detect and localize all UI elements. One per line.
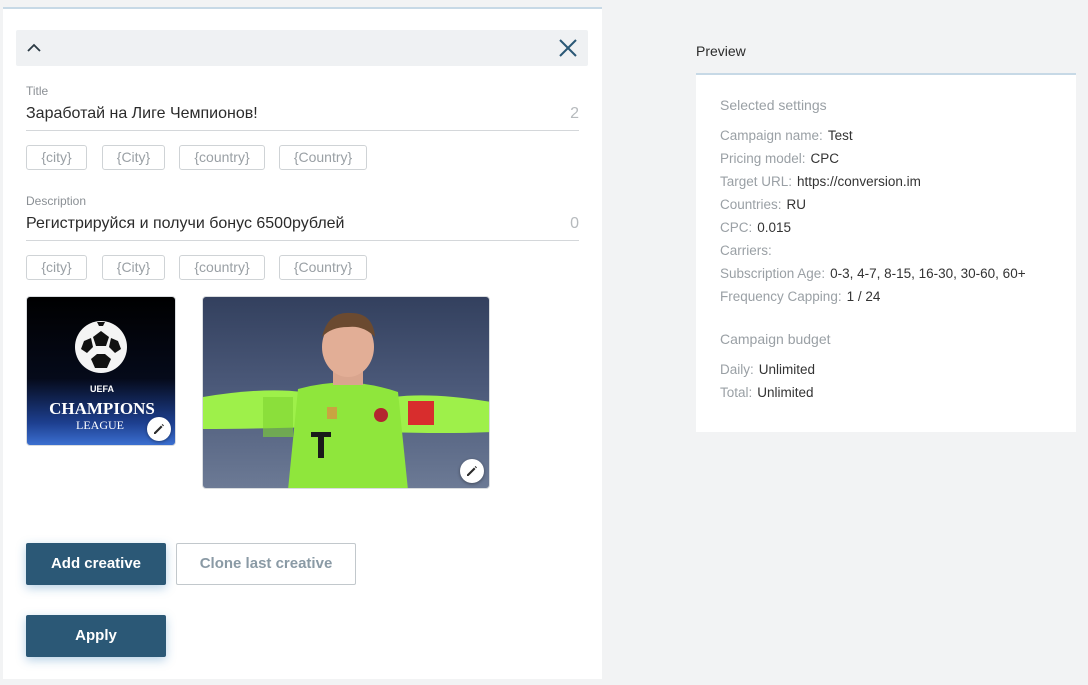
title-chip-country-upper[interactable]: {Country} [279,145,367,170]
title-char-count: 2 [570,105,579,122]
logo-league-text: LEAGUE [76,418,124,432]
campaign-budget-heading: Campaign budget [720,331,831,347]
title-chip-country-lower[interactable]: {country} [179,145,265,170]
title-chip-city-upper[interactable]: {City} [102,145,165,170]
goalkeeper-photo [203,312,489,488]
chevron-up-icon[interactable] [26,40,42,56]
apply-button[interactable]: Apply [26,615,166,657]
setting-row: Target URL: https://conversion.im [720,174,921,189]
description-chip-city-upper[interactable]: {City} [102,255,165,280]
description-label: Description [26,194,87,208]
setting-row: Campaign name: Test [720,128,853,143]
description-char-count: 0 [570,215,579,232]
creative-header [16,30,588,66]
pencil-icon [154,424,164,434]
description-input-value: Регистрируйся и получи бонус 6500рублей [26,215,345,232]
preview-title: Preview [696,43,746,59]
description-input[interactable]: Регистрируйся и получи бонус 6500рублей … [26,215,579,241]
close-icon[interactable] [558,38,578,58]
setting-row: Subscription Age: 0-3, 4-7, 8-15, 16-30, … [720,266,1026,281]
edit-icon-image-button[interactable] [147,417,171,441]
setting-row: Carriers: [720,243,772,258]
title-label: Title [26,84,49,98]
preview-card: Selected settings Campaign name: Test Pri… [696,75,1076,432]
description-chip-city-lower[interactable]: {city} [26,255,87,280]
selected-settings-heading: Selected settings [720,97,827,113]
creative-icon-image[interactable]: UEFA CHAMPIONS LEAGUE [26,296,176,446]
pencil-icon [467,466,477,476]
add-creative-button[interactable]: Add creative [26,543,166,585]
description-chip-country-upper[interactable]: {Country} [279,255,367,280]
logo-uefa-text: UEFA [90,384,115,394]
title-input-value: Заработай на Лиге Чемпионов! [26,105,258,122]
setting-row: CPC: 0.015 [720,220,792,235]
logo-champions-text: CHAMPIONS [49,399,155,418]
setting-row: Frequency Capping: 1 / 24 [720,289,881,304]
budget-row: Daily: Unlimited [720,362,816,377]
creative-editor-panel: Title Заработай на Лиге Чемпионов! 2 {ci… [3,7,602,679]
setting-row: Countries: RU [720,197,807,212]
budget-row: Total: Unlimited [720,385,814,400]
title-input[interactable]: Заработай на Лиге Чемпионов! 2 [26,105,579,131]
description-chip-country-lower[interactable]: {country} [179,255,265,280]
edit-main-image-button[interactable] [460,459,484,483]
title-chip-city-lower[interactable]: {city} [26,145,87,170]
creative-main-image[interactable] [202,296,490,489]
clone-last-creative-button[interactable]: Clone last creative [176,543,356,585]
setting-row: Pricing model: CPC [720,151,840,166]
